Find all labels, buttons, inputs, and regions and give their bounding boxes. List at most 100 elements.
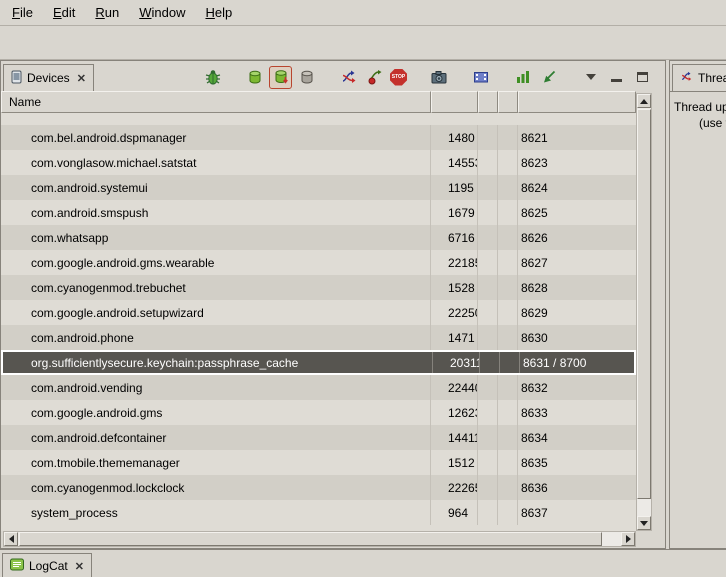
column-spacer bbox=[498, 275, 518, 300]
maximize-icon[interactable] bbox=[632, 67, 653, 88]
tab-devices[interactable]: Devices ✕ bbox=[3, 64, 94, 91]
column-spacer bbox=[498, 400, 518, 425]
table-row[interactable]: com.cyanogenmod.lockclock22265 8636 bbox=[1, 475, 636, 500]
process-name: com.android.systemui bbox=[1, 175, 431, 200]
update-threads-icon[interactable] bbox=[338, 67, 359, 88]
column-spacer bbox=[498, 325, 518, 350]
table-row[interactable]: com.android.systemui11958624 bbox=[1, 175, 636, 200]
minimize-icon[interactable] bbox=[606, 67, 627, 88]
process-port: 8627 bbox=[518, 250, 636, 275]
column-spacer bbox=[498, 425, 518, 450]
table-row[interactable]: com.android.defcontainer144118634 bbox=[1, 425, 636, 450]
column-spacer bbox=[498, 375, 518, 400]
column-spacer bbox=[498, 475, 518, 500]
column-spacer bbox=[478, 425, 498, 450]
device-table: com.bel.android.dspmanager14808621com.vo… bbox=[1, 113, 636, 531]
scroll-right-button[interactable] bbox=[621, 532, 635, 546]
dump-hprof-icon[interactable] bbox=[270, 67, 291, 88]
logcat-icon bbox=[10, 558, 24, 574]
close-icon[interactable]: ✕ bbox=[75, 72, 86, 85]
table-row[interactable]: com.vonglasow.michael.satstat145538623 bbox=[1, 150, 636, 175]
scroll-down-button[interactable] bbox=[637, 516, 651, 530]
column-header-name[interactable]: Name bbox=[1, 91, 431, 113]
column-spacer bbox=[478, 250, 498, 275]
method-profiling-icon[interactable] bbox=[364, 67, 385, 88]
devices-view-toolbar: STOP bbox=[202, 64, 653, 90]
update-heap-icon[interactable] bbox=[244, 67, 265, 88]
table-row[interactable]: com.android.phone14718630 bbox=[1, 325, 636, 350]
process-name: com.bel.android.dspmanager bbox=[1, 125, 431, 150]
process-name: com.google.android.gms.wearable bbox=[1, 250, 431, 275]
column-spacer bbox=[478, 125, 498, 150]
table-row[interactable]: com.bel.android.dspmanager14808621 bbox=[1, 125, 636, 150]
scroll-up-button[interactable] bbox=[637, 94, 651, 108]
threads-content: Thread updates not enabled for selected … bbox=[670, 91, 726, 548]
process-port: 8628 bbox=[518, 275, 636, 300]
menu-edit[interactable]: Edit bbox=[43, 2, 85, 23]
bar-chart-icon[interactable] bbox=[512, 67, 533, 88]
vertical-scroll-thumb[interactable] bbox=[637, 109, 651, 499]
table-row[interactable]: com.android.vending224408632 bbox=[1, 375, 636, 400]
table-row[interactable]: com.google.android.gms126238633 bbox=[1, 400, 636, 425]
process-pid: 22265 bbox=[431, 475, 478, 500]
menu-file[interactable]: File bbox=[2, 2, 43, 23]
devices-panel: Devices ✕ bbox=[0, 60, 666, 549]
table-row[interactable]: system_process9648637 bbox=[1, 500, 636, 525]
process-port: 8636 bbox=[518, 475, 636, 500]
screen-record-icon[interactable] bbox=[470, 67, 491, 88]
process-port: 8632 bbox=[518, 375, 636, 400]
process-name: com.android.smspush bbox=[1, 200, 431, 225]
table-row[interactable]: com.whatsapp67168626 bbox=[1, 225, 636, 250]
screen-capture-icon[interactable] bbox=[428, 67, 449, 88]
tab-threads-label: Threads bbox=[698, 71, 726, 85]
horizontal-scrollbar[interactable] bbox=[3, 531, 636, 547]
vertical-scrollbar[interactable] bbox=[636, 93, 652, 531]
column-header-spacer[interactable] bbox=[498, 91, 518, 113]
process-port: 8626 bbox=[518, 225, 636, 250]
column-spacer bbox=[478, 500, 498, 525]
view-menu-icon[interactable] bbox=[580, 67, 601, 88]
ddms-window: FileEditRunWindowHelp Devices ✕ bbox=[0, 0, 726, 577]
table-row[interactable]: com.google.android.gms.wearable22185 8627 bbox=[1, 250, 636, 275]
table-row[interactable]: com.tmobile.thememanager15128635 bbox=[1, 450, 636, 475]
column-spacer bbox=[498, 150, 518, 175]
menu-help[interactable]: Help bbox=[195, 2, 242, 23]
process-pid: 22440 bbox=[431, 375, 478, 400]
column-spacer bbox=[498, 225, 518, 250]
process-pid: 12623 bbox=[431, 400, 478, 425]
column-spacer bbox=[478, 225, 498, 250]
process-pid: 14553 bbox=[431, 150, 478, 175]
devices-tabbar: Devices ✕ bbox=[1, 61, 665, 91]
horizontal-scroll-thumb[interactable] bbox=[19, 532, 602, 546]
process-port: 8630 bbox=[518, 325, 636, 350]
stop-process-icon[interactable]: STOP bbox=[390, 69, 407, 86]
table-row[interactable]: com.google.android.setupwizard222508629 bbox=[1, 300, 636, 325]
process-name: com.android.phone bbox=[1, 325, 431, 350]
table-row[interactable]: com.android.smspush16798625 bbox=[1, 200, 636, 225]
process-name: system_process bbox=[1, 500, 431, 525]
process-pid: 1480 bbox=[431, 125, 478, 150]
column-header-spacer[interactable] bbox=[478, 91, 498, 113]
column-spacer bbox=[478, 375, 498, 400]
debug-bug-icon[interactable] bbox=[202, 67, 223, 88]
table-row[interactable]: org.sufficientlysecure.keychain:passphra… bbox=[1, 350, 636, 375]
column-spacer bbox=[478, 150, 498, 175]
process-pid: 20311 bbox=[433, 352, 480, 373]
column-spacer bbox=[478, 175, 498, 200]
process-name: com.cyanogenmod.lockclock bbox=[1, 475, 431, 500]
scroll-left-button[interactable] bbox=[4, 532, 18, 546]
tab-logcat[interactable]: LogCat ✕ bbox=[2, 553, 92, 577]
menu-run[interactable]: Run bbox=[85, 2, 129, 23]
process-pid: 22185 bbox=[431, 250, 478, 275]
column-spacer bbox=[480, 352, 500, 373]
column-header-pid[interactable] bbox=[431, 91, 478, 113]
close-icon[interactable]: ✕ bbox=[73, 560, 84, 573]
tab-threads[interactable]: Threads bbox=[672, 64, 726, 91]
menu-window[interactable]: Window bbox=[129, 2, 195, 23]
column-header-port[interactable] bbox=[518, 91, 636, 113]
table-row[interactable]: com.cyanogenmod.trebuchet15288628 bbox=[1, 275, 636, 300]
diagonal-arrow-icon[interactable] bbox=[538, 67, 559, 88]
device-icon bbox=[11, 70, 22, 87]
cause-gc-icon[interactable] bbox=[296, 67, 317, 88]
column-spacer bbox=[478, 300, 498, 325]
